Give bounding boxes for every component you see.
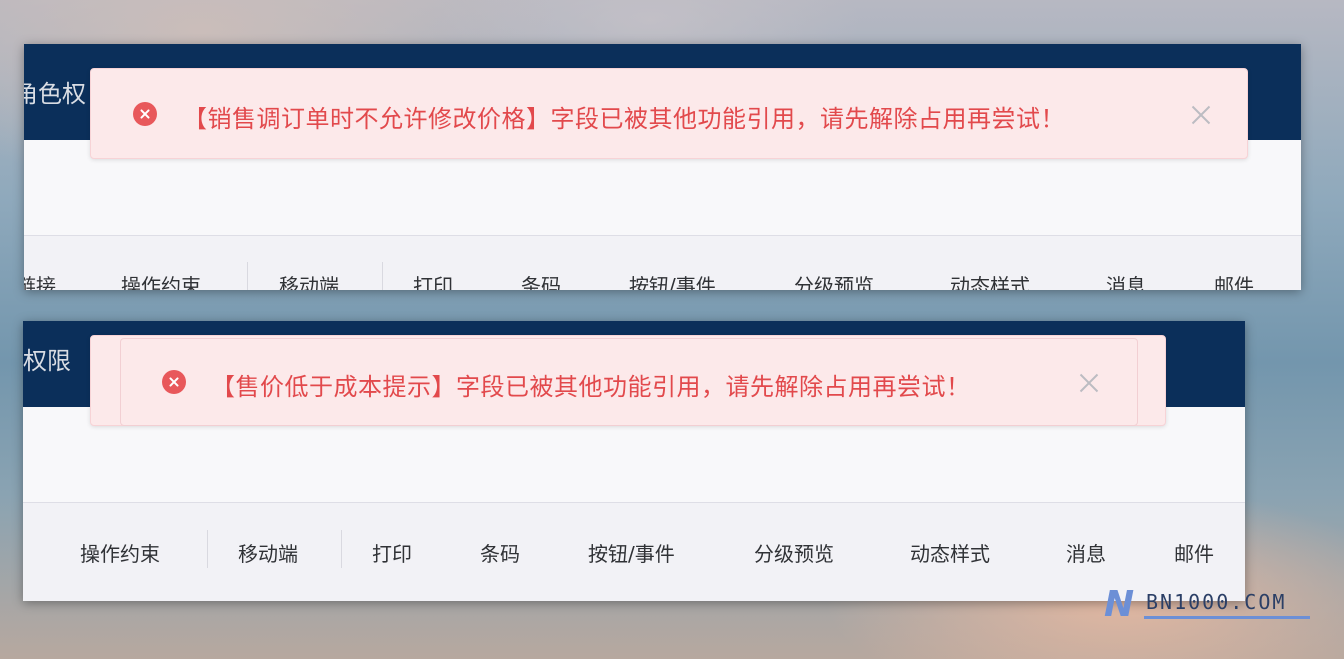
watermark-text: BN1000.COM [1146,590,1287,614]
watermark-underline [1144,616,1310,619]
tab-button-event[interactable]: 按钮/事件 [588,538,675,567]
error-circle-icon [162,370,186,394]
error-circle-icon [133,102,157,126]
tab-level-preview[interactable]: 分级预览 [754,538,834,567]
tab-dynamic-style[interactable]: 动态样式 [910,538,990,567]
watermark-logo: N BN1000.COM [1104,584,1310,625]
tab-bar: 操作约束 移动端 打印 条码 按钮/事件 分级预览 动态样式 消息 邮件 [23,502,1245,601]
tab-email[interactable]: 邮件 [1214,270,1254,290]
alert-message: 【销售调订单时不允许修改价格】字段已被其他功能引用，请先解除占用再尝试！ [183,105,1065,133]
tab-print[interactable]: 打印 [372,538,412,567]
tab-separator [382,262,383,290]
tab-barcode[interactable]: 条码 [521,270,561,290]
tab-separator [341,530,342,568]
tab-mobile[interactable]: 移动端 [238,538,298,567]
tab-link[interactable]: 链接 [24,270,56,290]
tab-level-preview[interactable]: 分级预览 [794,270,874,290]
tab-button-event[interactable]: 按钮/事件 [629,270,716,290]
error-alert: 【售价低于成本提示】字段已被其他功能引用，请先解除占用再尝试！ [90,335,1166,426]
tab-separator [247,262,248,290]
tab-separator [207,530,208,568]
watermark-n-icon: N [1104,584,1135,625]
tab-operation-constraint[interactable]: 操作约束 [121,270,201,290]
tab-print[interactable]: 打印 [413,270,453,290]
tab-message[interactable]: 消息 [1066,538,1106,567]
tab-email[interactable]: 邮件 [1174,538,1214,567]
error-alert: 【销售调订单时不允许修改价格】字段已被其他功能引用，请先解除占用再尝试！ [90,68,1248,159]
tab-barcode[interactable]: 条码 [480,538,520,567]
tab-mobile[interactable]: 移动端 [279,270,339,290]
tab-operation-constraint[interactable]: 操作约束 [80,538,160,567]
dialog-title: 权限 [23,347,71,375]
close-icon[interactable] [1077,371,1101,395]
dialog-title: 角色权 [24,80,86,108]
tab-dynamic-style[interactable]: 动态样式 [950,270,1030,290]
close-icon[interactable] [1189,103,1213,127]
tab-bar: 链接 操作约束 移动端 打印 条码 按钮/事件 分级预览 动态样式 消息 邮件 [24,235,1301,290]
tab-message[interactable]: 消息 [1106,270,1146,290]
alert-message: 【售价低于成本提示】字段已被其他功能引用，请先解除占用再尝试！ [211,373,971,401]
